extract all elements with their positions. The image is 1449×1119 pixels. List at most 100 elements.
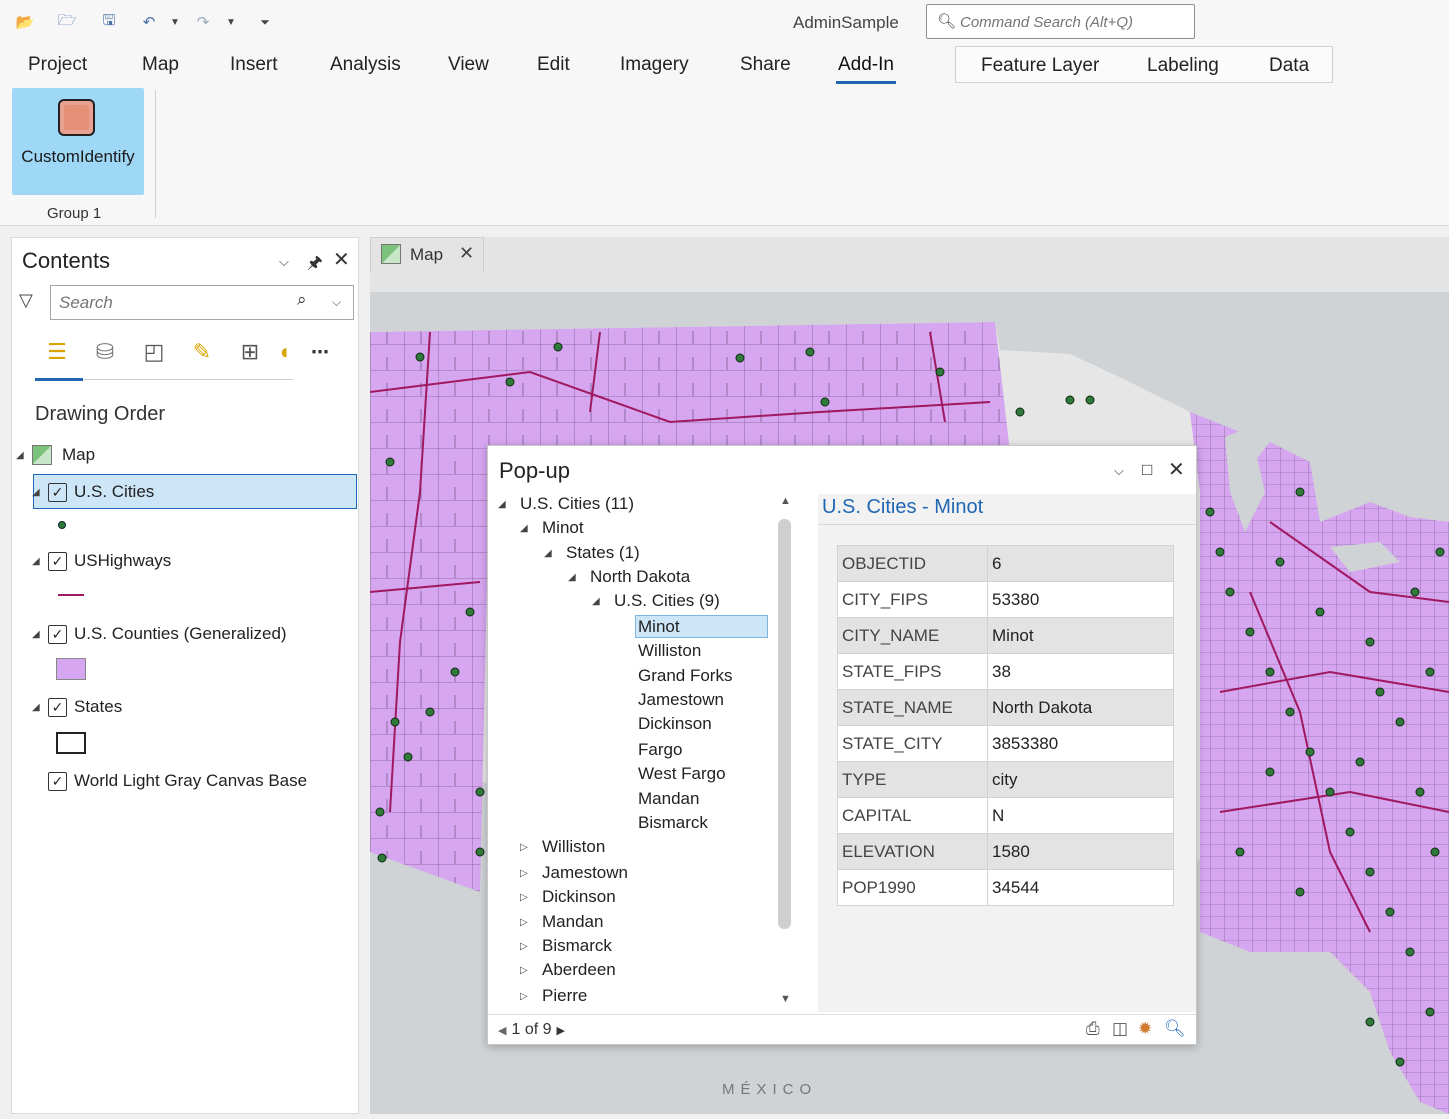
- tree-leaf[interactable]: Williston: [638, 639, 701, 663]
- layer-states[interactable]: ◢ ✓ States: [32, 693, 122, 721]
- checkbox[interactable]: ✓: [48, 482, 67, 502]
- tree-node[interactable]: ◢ U.S. Cities (11): [498, 492, 634, 516]
- collapse-icon[interactable]: ◢: [592, 596, 614, 607]
- tree-node[interactable]: ◢ North Dakota: [568, 565, 690, 589]
- pin-icon[interactable]: 🖈︎: [307, 250, 323, 279]
- chevron-down-icon[interactable]: ⌵: [332, 295, 341, 310]
- scrollbar-thumb[interactable]: [778, 519, 791, 929]
- tree-leaf[interactable]: Fargo: [638, 738, 682, 762]
- collapse-icon[interactable]: ◢: [32, 702, 48, 713]
- redo-dropdown-icon[interactable]: ▼: [218, 10, 244, 34]
- layer-us-highways[interactable]: ◢ ✓ USHighways: [32, 547, 171, 575]
- tree-node[interactable]: ▷ Aberdeen: [520, 958, 616, 982]
- collapse-icon[interactable]: ◢: [16, 450, 32, 461]
- layer-us-cities[interactable]: ◢ ✓ U.S. Cities: [32, 478, 154, 506]
- expand-icon[interactable]: ▷: [520, 892, 542, 903]
- redo-icon[interactable]: ↷: [190, 10, 216, 34]
- undo-icon[interactable]: ↶: [136, 10, 162, 34]
- tree-node[interactable]: ◢ U.S. Cities (9): [592, 589, 720, 613]
- checkbox[interactable]: ✓: [48, 551, 67, 571]
- customize-toolbar-icon[interactable]: ⏷: [252, 10, 278, 34]
- tree-node[interactable]: ▷ Jamestown: [520, 861, 628, 885]
- collapse-icon[interactable]: ◢: [32, 487, 48, 498]
- zoom-to-icon[interactable]: 🔍︎: [1164, 1019, 1186, 1039]
- tab-imagery[interactable]: Imagery: [620, 54, 689, 76]
- tree-node[interactable]: ▷ Dickinson: [520, 885, 616, 909]
- list-by-editing-icon[interactable]: ✎: [186, 336, 218, 368]
- checkbox[interactable]: ✓: [48, 771, 67, 791]
- more-icon[interactable]: ⋯: [304, 336, 336, 368]
- chevron-down-icon[interactable]: ⌵: [279, 254, 289, 270]
- tree-node[interactable]: ▷ Mandan: [520, 910, 603, 934]
- expand-icon[interactable]: ▷: [520, 991, 542, 1002]
- tab-feature-layer[interactable]: Feature Layer: [981, 55, 1099, 77]
- tab-add-in[interactable]: Add-In: [836, 54, 896, 84]
- collapse-icon[interactable]: ◢: [32, 556, 48, 567]
- close-icon[interactable]: ✕: [459, 243, 474, 264]
- collapse-icon[interactable]: ◢: [32, 629, 48, 640]
- checkbox[interactable]: ✓: [48, 697, 67, 717]
- list-by-selection-icon[interactable]: ◰: [138, 336, 170, 368]
- print-icon[interactable]: ⎙: [1086, 1019, 1100, 1039]
- tree-node[interactable]: ◢ States (1): [544, 541, 640, 565]
- contents-search[interactable]: ⌕ ⌵: [50, 285, 354, 320]
- expand-icon[interactable]: ▷: [520, 842, 542, 853]
- list-by-labeling-icon[interactable]: ◖: [276, 336, 292, 368]
- next-feature-icon[interactable]: ▶: [557, 1024, 565, 1037]
- flash-feature-icon[interactable]: ✹: [1138, 1019, 1152, 1039]
- layer-basemap[interactable]: ✓ World Light Gray Canvas Base: [48, 767, 307, 795]
- collapse-icon[interactable]: ◢: [498, 499, 520, 510]
- zoom-to-extent-icon[interactable]: ◫: [1112, 1019, 1128, 1039]
- expand-icon[interactable]: ▷: [520, 965, 542, 976]
- scroll-down-icon[interactable]: ▼: [780, 993, 791, 1005]
- tab-analysis[interactable]: Analysis: [330, 54, 401, 76]
- tree-leaf[interactable]: Mandan: [638, 787, 699, 811]
- tab-share[interactable]: Share: [740, 54, 791, 76]
- list-by-snapping-icon[interactable]: ⊞: [234, 336, 266, 368]
- tab-insert[interactable]: Insert: [230, 54, 278, 76]
- expand-icon[interactable]: ▷: [520, 917, 542, 928]
- tab-project[interactable]: Project: [28, 54, 87, 76]
- tree-leaf[interactable]: Bismarck: [638, 811, 708, 835]
- tab-edit[interactable]: Edit: [537, 54, 570, 76]
- close-icon[interactable]: ✕: [333, 247, 350, 272]
- tree-node[interactable]: ▷ Bismarck: [520, 934, 612, 958]
- list-by-drawing-order-icon[interactable]: ☰: [41, 336, 73, 368]
- tree-node[interactable]: ▷ Williston: [520, 835, 605, 859]
- save-project-icon[interactable]: 🖫: [96, 10, 122, 34]
- close-icon[interactable]: ✕: [1168, 457, 1185, 482]
- previous-feature-icon[interactable]: ◀: [498, 1024, 506, 1037]
- chevron-down-icon[interactable]: ⌵: [1114, 463, 1124, 479]
- contents-search-input[interactable]: [59, 292, 289, 314]
- tree-leaf[interactable]: Jamestown: [638, 688, 724, 712]
- expand-icon[interactable]: ▷: [520, 868, 542, 879]
- tree-leaf[interactable]: West Fargo: [638, 762, 726, 786]
- tree-leaf-selected[interactable]: Minot: [638, 615, 680, 639]
- tab-view[interactable]: View: [448, 54, 489, 76]
- maximize-icon[interactable]: □: [1142, 460, 1152, 480]
- custom-identify-button[interactable]: CustomIdentify: [12, 88, 144, 195]
- layer-map[interactable]: ◢ Map: [16, 441, 95, 469]
- undo-dropdown-icon[interactable]: ▼: [162, 10, 188, 34]
- collapse-icon[interactable]: ◢: [544, 548, 566, 559]
- tree-node[interactable]: ▷ Pierre: [520, 984, 587, 1008]
- command-search-input[interactable]: [960, 11, 1185, 33]
- collapse-icon[interactable]: ◢: [568, 572, 590, 583]
- map-tab[interactable]: Map ✕: [370, 237, 484, 272]
- filter-icon[interactable]: ▽: [19, 290, 33, 311]
- tab-data[interactable]: Data: [1269, 55, 1309, 77]
- list-by-source-icon[interactable]: ⛁: [89, 336, 121, 368]
- tree-leaf[interactable]: Grand Forks: [638, 664, 732, 688]
- tab-labeling[interactable]: Labeling: [1147, 55, 1219, 77]
- new-project-icon[interactable]: 📂: [12, 10, 38, 34]
- tree-leaf[interactable]: Dickinson: [638, 712, 712, 736]
- collapse-icon[interactable]: ◢: [520, 523, 542, 534]
- layer-us-counties[interactable]: ◢ ✓ U.S. Counties (Generalized): [32, 620, 287, 648]
- search-icon[interactable]: ⌕: [297, 290, 307, 310]
- tab-map[interactable]: Map: [142, 54, 179, 76]
- scroll-up-icon[interactable]: ▲: [780, 495, 791, 507]
- open-project-icon[interactable]: 🗁: [54, 10, 80, 34]
- command-search[interactable]: 🔍︎: [926, 4, 1195, 39]
- expand-icon[interactable]: ▷: [520, 941, 542, 952]
- checkbox[interactable]: ✓: [48, 624, 67, 644]
